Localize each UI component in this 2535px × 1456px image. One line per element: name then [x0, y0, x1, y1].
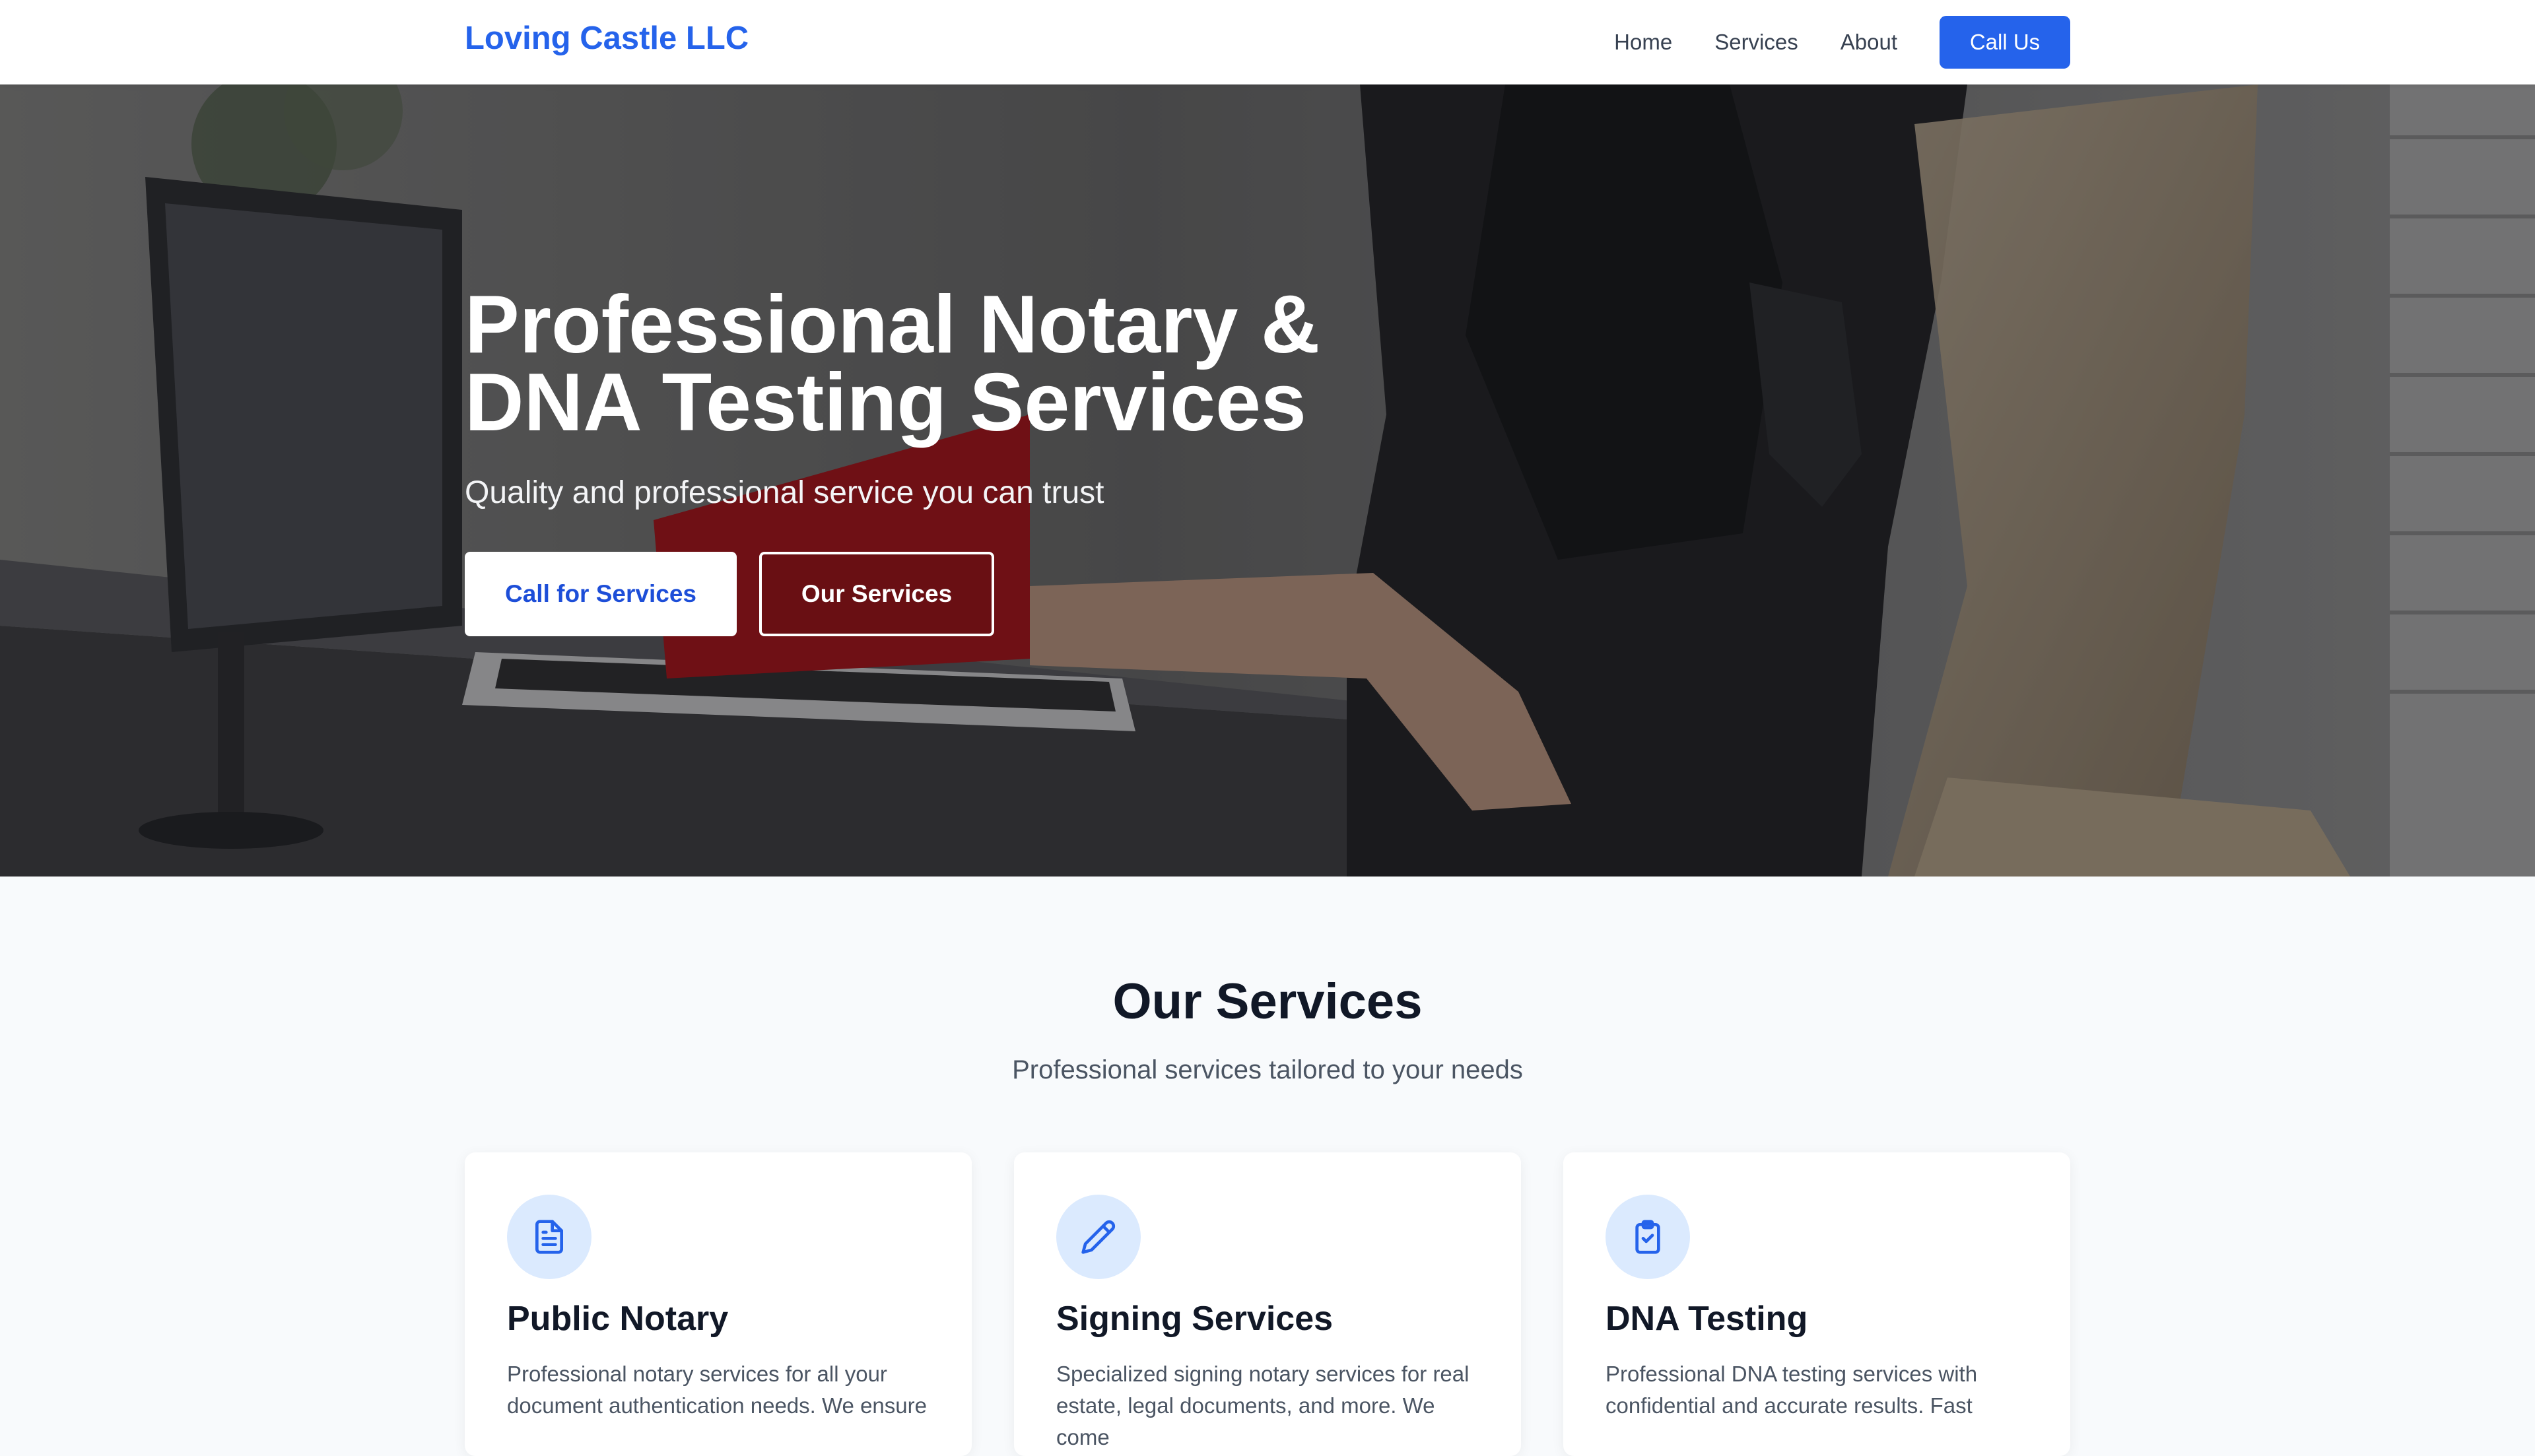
nav-link-services[interactable]: Services [1714, 30, 1798, 55]
service-card-dna-testing: DNA Testing Professional DNA testing ser… [1563, 1152, 2070, 1456]
our-services-button[interactable]: Our Services [759, 552, 994, 636]
call-us-button[interactable]: Call Us [1940, 16, 2070, 69]
card-text-line1: Professional DNA testing services with [1606, 1362, 1978, 1386]
card-description: Professional notary services for all you… [507, 1358, 930, 1422]
navbar: Loving Castle LLC Home Services About Ca… [0, 0, 2535, 84]
nav-links: Home Services About Call Us [1614, 16, 2070, 69]
service-card-public-notary: Public Notary Professional notary servic… [465, 1152, 972, 1456]
hero-section: Professional Notary & DNA Testing Servic… [0, 84, 2535, 877]
hero-buttons: Call for Services Our Services [465, 552, 2070, 636]
service-card-signing-services: Signing Services Specialized signing not… [1014, 1152, 1521, 1456]
card-text-line2: confidential and accurate results. Fast [1606, 1393, 1973, 1418]
services-title: Our Services [1112, 974, 1423, 1030]
services-section: Our Services Professional services tailo… [0, 877, 2535, 1456]
nav-link-home[interactable]: Home [1614, 30, 1672, 55]
card-title: Signing Services [1056, 1300, 1334, 1338]
card-text-line2: document authentication needs. We ensure [507, 1393, 927, 1418]
card-title: DNA Testing [1606, 1300, 1808, 1338]
card-title: Public Notary [507, 1300, 729, 1338]
hero-title: Professional Notary & DNA Testing Servic… [465, 284, 1389, 444]
brand-logo[interactable]: Loving Castle LLC [465, 20, 749, 57]
nav-link-about[interactable]: About [1841, 30, 1897, 55]
pencil-icon [1056, 1195, 1141, 1279]
card-text-line1: Specialized signing notary services for … [1056, 1362, 1470, 1386]
card-text-line2: estate, legal documents, and more. We co… [1056, 1393, 1435, 1449]
hero-subtitle: Quality and professional service you can… [465, 475, 1104, 510]
card-description: Professional DNA testing services with c… [1606, 1358, 2028, 1422]
call-for-services-button[interactable]: Call for Services [465, 552, 737, 636]
services-subtitle: Professional services tailored to your n… [1012, 1055, 1523, 1084]
card-text-line1: Professional notary services for all you… [507, 1362, 887, 1386]
service-cards: Public Notary Professional notary servic… [465, 1152, 2070, 1456]
clipboard-check-icon [1606, 1195, 1690, 1279]
document-icon [507, 1195, 592, 1279]
card-description: Specialized signing notary services for … [1056, 1358, 1479, 1453]
hero-title-line2: DNA Testing Services [465, 357, 1306, 448]
